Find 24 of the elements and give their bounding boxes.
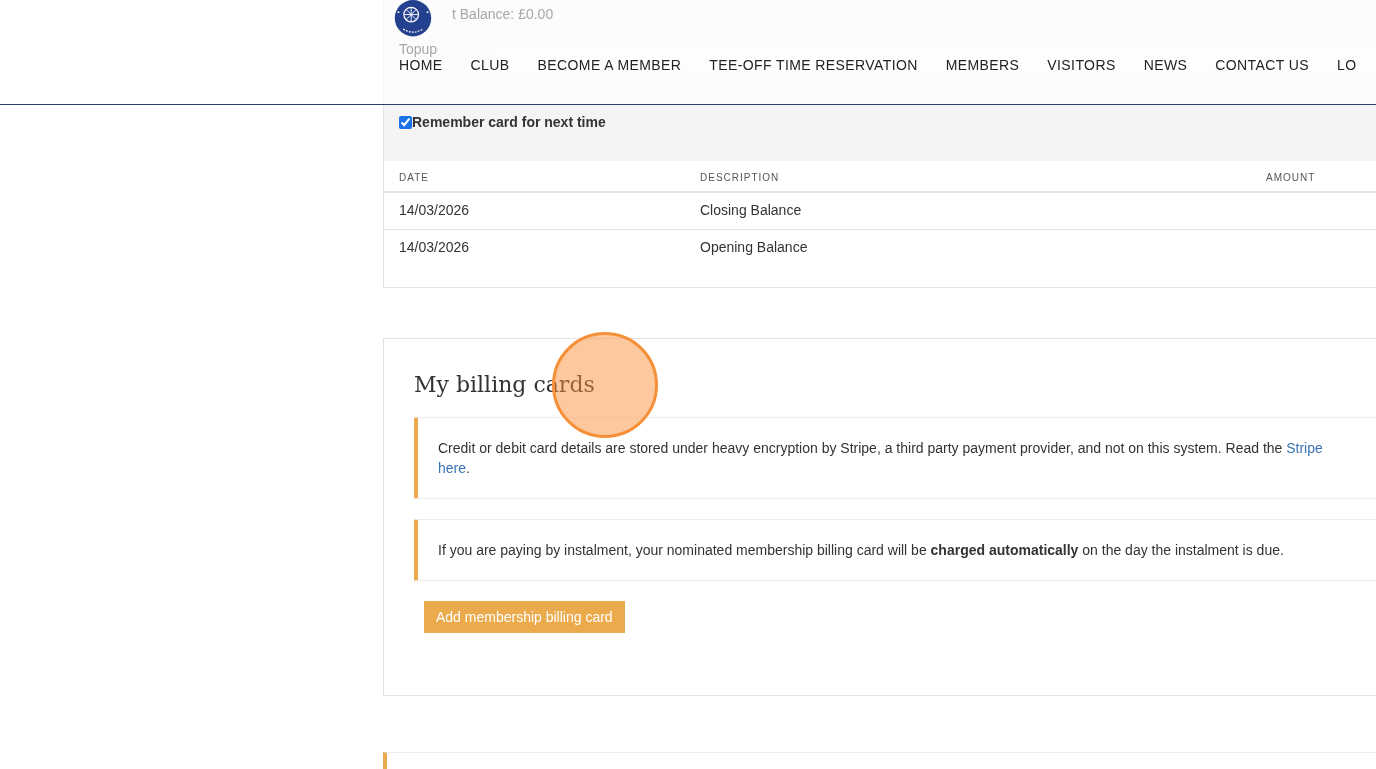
nav-link[interactable]: MEMBERS bbox=[945, 55, 1020, 75]
nav-link[interactable]: CONTACT US bbox=[1215, 55, 1309, 75]
remember-card-label: Remember card for next time bbox=[412, 113, 606, 132]
nav-link[interactable]: CLUB bbox=[470, 55, 510, 75]
balance-text: t Balance: £0.00 bbox=[452, 5, 554, 24]
nav-link[interactable]: LO bbox=[1336, 55, 1357, 75]
topup-label: Topup bbox=[399, 40, 438, 59]
notice-text: Credit or debit card details are stored under heavy encryption by Stripe, a third party payment provider, and not on this system. Read the Stripe here. bbox=[438, 439, 1323, 478]
section-title: My billing cards bbox=[414, 371, 595, 399]
column-header: DATE bbox=[399, 171, 429, 183]
here-link[interactable]: here bbox=[438, 460, 467, 476]
table-cell: Closing Balance bbox=[700, 202, 802, 219]
remember-checkbox[interactable] bbox=[399, 116, 412, 129]
stripe-link[interactable]: Stripe bbox=[1286, 440, 1323, 456]
table-cell: 14/03/2026 bbox=[399, 239, 470, 256]
nav-link[interactable]: BECOME A MEMBER bbox=[537, 55, 682, 75]
nav-link[interactable]: NEWS bbox=[1143, 55, 1188, 75]
table-cell: Opening Balance bbox=[700, 239, 808, 256]
table-cell: 14/03/2026 bbox=[399, 202, 470, 219]
notice-text: If you are paying by instalment, your nominated membership billing card will be charged automatically on the day the instalment is due. bbox=[438, 541, 1284, 560]
column-header: AMOUNT bbox=[1266, 171, 1316, 183]
nav-link[interactable]: TEE-OFF TIME RESERVATION bbox=[709, 55, 918, 75]
column-header: DESCRIPTION bbox=[700, 171, 780, 183]
nav-link[interactable]: VISITORS bbox=[1047, 55, 1116, 75]
